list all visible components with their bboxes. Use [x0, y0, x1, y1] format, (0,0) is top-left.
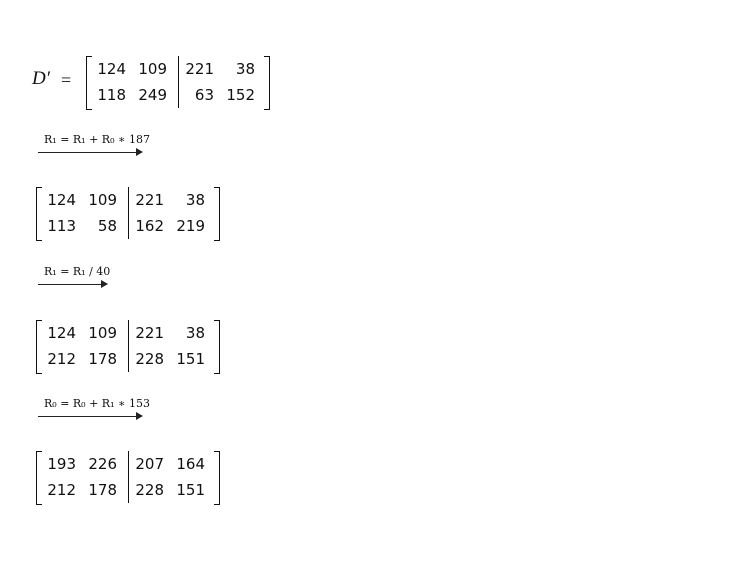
matrix-cell: 124 — [47, 191, 76, 209]
matrix-cell: 63 — [194, 86, 214, 104]
matrix-cell: 38 — [185, 191, 205, 209]
matrix-cell: 221 — [135, 191, 164, 209]
matrix-cell: 152 — [226, 86, 255, 104]
equals-sign: = — [61, 70, 72, 90]
matrix-cell: 212 — [47, 481, 76, 499]
matrix-cell: 151 — [176, 350, 205, 368]
matrix-cell: 228 — [135, 481, 164, 499]
row-operation-1: R₁ = R₁ / 40 — [38, 265, 115, 291]
arrow-head-icon — [136, 148, 143, 156]
matrix-cell: 221 — [135, 324, 164, 342]
matrix-cell: 113 — [47, 217, 76, 235]
right-bracket — [214, 187, 220, 241]
matrix-cell: 118 — [97, 86, 126, 104]
arrow-head-icon — [136, 412, 143, 420]
matrix-cell: 193 — [47, 455, 76, 473]
matrix-cell: 124 — [97, 60, 126, 78]
matrix-3: 193 226 207 164 212 178 228 151 — [36, 451, 220, 505]
arrow-line — [38, 284, 105, 285]
operation-label: R₁ = R₁ + R₀ ∗ 187 — [44, 133, 150, 146]
matrix-cell: 38 — [235, 60, 255, 78]
right-bracket — [264, 56, 270, 110]
matrix-cell: 221 — [185, 60, 214, 78]
matrix-1: 124 109 221 38 113 58 162 219 — [36, 187, 220, 241]
right-bracket — [214, 451, 220, 505]
arrow-head-icon — [101, 280, 108, 288]
matrix-cell: 178 — [88, 350, 117, 368]
matrix-cell: 207 — [135, 455, 164, 473]
matrix-cell: 212 — [47, 350, 76, 368]
matrix-cell: 249 — [138, 86, 167, 104]
matrix-cell: 228 — [135, 350, 164, 368]
matrix-cell: 58 — [97, 217, 117, 235]
matrix-cell: 109 — [138, 60, 167, 78]
matrix-cell: 226 — [88, 455, 117, 473]
matrix-cell: 162 — [135, 217, 164, 235]
matrix-cell: 151 — [176, 481, 205, 499]
matrix-2: 124 109 221 38 212 178 228 151 — [36, 320, 220, 374]
row-operation-2: R₀ = R₀ + R₁ ∗ 153 — [38, 397, 150, 423]
matrix-cell: 219 — [176, 217, 205, 235]
row-operation-0: R₁ = R₁ + R₀ ∗ 187 — [38, 133, 150, 159]
matrix-cell: 109 — [88, 324, 117, 342]
matrix-cell: 38 — [185, 324, 205, 342]
arrow-line — [38, 416, 140, 417]
matrix-cell: 164 — [176, 455, 205, 473]
arrow-line — [38, 152, 140, 153]
right-bracket — [214, 320, 220, 374]
matrix-cell: 124 — [47, 324, 76, 342]
operation-label: R₁ = R₁ / 40 — [44, 265, 111, 278]
matrix-0: 124 109 221 38 118 249 63 152 — [86, 56, 270, 110]
matrix-cell: 109 — [88, 191, 117, 209]
operation-label: R₀ = R₀ + R₁ ∗ 153 — [44, 397, 150, 410]
lhs-symbol: D′ — [32, 68, 50, 89]
matrix-cell: 178 — [88, 481, 117, 499]
